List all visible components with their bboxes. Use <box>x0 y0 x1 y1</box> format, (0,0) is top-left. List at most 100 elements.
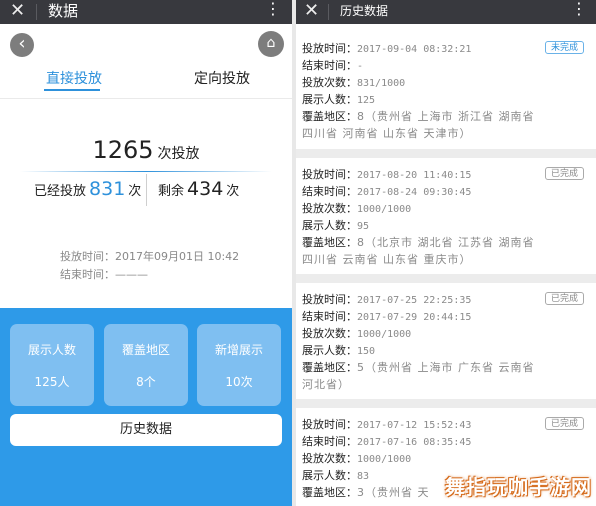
count-key: 投放次数： <box>302 202 357 215</box>
end-value: 2017-07-16 08:35:45 <box>357 437 472 448</box>
people-key: 展示人数： <box>302 219 357 232</box>
record-regions-cont: 河北省） <box>302 376 350 392</box>
start-key: 投放时间： <box>302 168 357 181</box>
record-separator <box>296 399 596 408</box>
count-key: 投放次数： <box>302 76 357 89</box>
remaining-stat: 剩余 434 次 <box>158 178 239 200</box>
record-end: 结束时间：2017-07-16 08:35:45 <box>302 433 471 449</box>
card-value: 125人 <box>34 375 70 389</box>
status-badge: 未完成 <box>544 41 584 54</box>
record-count: 投放次数：831/1000 <box>302 74 405 90</box>
record-regions: 覆盖地区：3（贵州省 天 <box>302 484 430 500</box>
remaining-value: 434 <box>187 178 224 200</box>
active-tab-underline <box>44 89 100 91</box>
regions-value-cont: 河北省） <box>302 378 350 391</box>
regions-value: 8（北京市 湖北省 江苏省 湖南省 <box>357 236 535 249</box>
record-start: 投放时间：2017-09-04 08:32:21 <box>302 40 471 56</box>
delivered-unit: 次 <box>128 184 142 199</box>
status-badge: 已完成 <box>544 292 584 305</box>
card-value: 8个 <box>136 375 156 389</box>
page-title: 历史数据 <box>340 4 389 18</box>
end-key: 结束时间： <box>302 435 357 448</box>
record-start: 投放时间：2017-08-20 11:40:15 <box>302 166 471 182</box>
record-count: 投放次数：1000/1000 <box>302 450 411 466</box>
start-value: 2017-07-12 15:52:43 <box>357 420 472 431</box>
record-regions-cont: 四川省 云南省 山东省 重庆市） <box>302 251 472 267</box>
more-menu-icon[interactable]: ⋮ <box>265 0 281 20</box>
count-key: 投放次数： <box>302 327 357 340</box>
record-regions: 覆盖地区：8（北京市 湖北省 江苏省 湖南省 <box>302 234 535 250</box>
record-separator <box>296 274 596 283</box>
people-value: 150 <box>357 346 376 357</box>
count-key: 投放次数： <box>302 452 357 465</box>
end-value: 2017-07-29 20:44:15 <box>357 312 472 323</box>
start-time: 投放时间：2017年09月01日 10:42 <box>60 250 240 263</box>
top-bar: ✕ 数据 ⋮ <box>0 0 292 24</box>
regions-value-cont: 四川省 河南省 山东省 天津市） <box>302 127 472 140</box>
top-bar: ✕ 历史数据 ⋮ <box>296 0 596 24</box>
status-badge: 已完成 <box>544 167 584 180</box>
record-regions-cont: 四川省 河南省 山东省 天津市） <box>302 125 472 141</box>
end-value: 2017-08-24 09:30:45 <box>357 187 472 198</box>
card-regions[interactable]: 覆盖地区 8个 <box>104 324 188 406</box>
regions-value: 8（贵州省 上海市 浙江省 湖南省 <box>357 110 535 123</box>
back-button[interactable]: ‹ <box>10 33 34 57</box>
people-value: 95 <box>357 221 370 232</box>
record-people: 展示人数：83 <box>302 467 369 483</box>
page-title: 数据 <box>48 2 79 20</box>
more-menu-icon[interactable]: ⋮ <box>571 0 587 20</box>
end-key: 结束时间： <box>302 59 357 72</box>
regions-key: 覆盖地区： <box>302 486 357 499</box>
card-label: 展示人数 <box>27 343 76 357</box>
count-value: 831/1000 <box>357 78 406 89</box>
start-value: 2017-08-20 11:40:15 <box>357 170 472 181</box>
stats-divider <box>146 174 147 206</box>
start-key: 投放时间： <box>302 293 357 306</box>
record-regions: 覆盖地区：5（贵州省 上海市 广东省 云南省 <box>302 359 535 375</box>
record-separator <box>296 149 596 158</box>
record-end: 结束时间：2017-08-24 09:30:45 <box>302 183 471 199</box>
home-button[interactable]: ⌂ <box>258 31 284 57</box>
people-key: 展示人数： <box>302 93 357 106</box>
end-key: 结束时间： <box>302 310 357 323</box>
record-start: 投放时间：2017-07-12 15:52:43 <box>302 416 471 432</box>
record-people: 展示人数：150 <box>302 342 375 358</box>
record-end: 结束时间：2017-07-29 20:44:15 <box>302 308 471 324</box>
summary-area: 展示人数 125人 覆盖地区 8个 新增展示 10次 历史数据 <box>0 308 292 506</box>
count-value: 1000/1000 <box>357 454 412 465</box>
record-count: 投放次数：1000/1000 <box>302 200 411 216</box>
total-deliveries: 1265 次投放 <box>0 136 292 164</box>
total-deliveries-value: 1265 <box>92 136 154 164</box>
total-deliveries-unit: 次投放 <box>157 146 200 162</box>
status-badge: 已完成 <box>544 417 584 430</box>
watermark-logo: 舞指玩咖手游网 <box>445 475 592 499</box>
close-icon[interactable]: ✕ <box>10 0 25 22</box>
topbar-separator <box>328 4 329 20</box>
people-value: 83 <box>357 471 370 482</box>
remaining-label: 剩余 <box>158 184 185 199</box>
count-value: 1000/1000 <box>357 204 412 215</box>
end-value: - <box>357 61 364 72</box>
count-value: 1000/1000 <box>357 329 412 340</box>
people-value: 125 <box>357 95 376 106</box>
people-key: 展示人数： <box>302 469 357 482</box>
start-key: 投放时间： <box>302 42 357 55</box>
history-panel: ✕ 历史数据 ⋮ 投放时间：2017-09-04 08:32:21 未完成 结束… <box>296 0 596 506</box>
record-count: 投放次数：1000/1000 <box>302 325 411 341</box>
delivered-label: 已经投放 <box>34 184 87 199</box>
tabs-divider <box>0 98 292 99</box>
record-end: 结束时间：- <box>302 57 363 73</box>
regions-key: 覆盖地区： <box>302 110 357 123</box>
regions-key: 覆盖地区： <box>302 361 357 374</box>
card-impressions[interactable]: 展示人数 125人 <box>10 324 94 406</box>
card-new-impressions[interactable]: 新增展示 10次 <box>197 324 281 406</box>
tab-direct-delivery[interactable]: 直接投放 <box>46 68 102 88</box>
record-start: 投放时间：2017-07-25 22:25:35 <box>302 291 471 307</box>
card-value: 10次 <box>225 375 253 389</box>
close-icon[interactable]: ✕ <box>304 0 319 22</box>
regions-value: 5（贵州省 上海市 广东省 云南省 <box>357 361 535 374</box>
tab-targeted-delivery[interactable]: 定向投放 <box>194 68 250 88</box>
record-regions: 覆盖地区：8（贵州省 上海市 浙江省 湖南省 <box>302 108 535 124</box>
delivered-value: 831 <box>89 178 126 200</box>
history-data-button[interactable]: 历史数据 <box>10 414 282 446</box>
